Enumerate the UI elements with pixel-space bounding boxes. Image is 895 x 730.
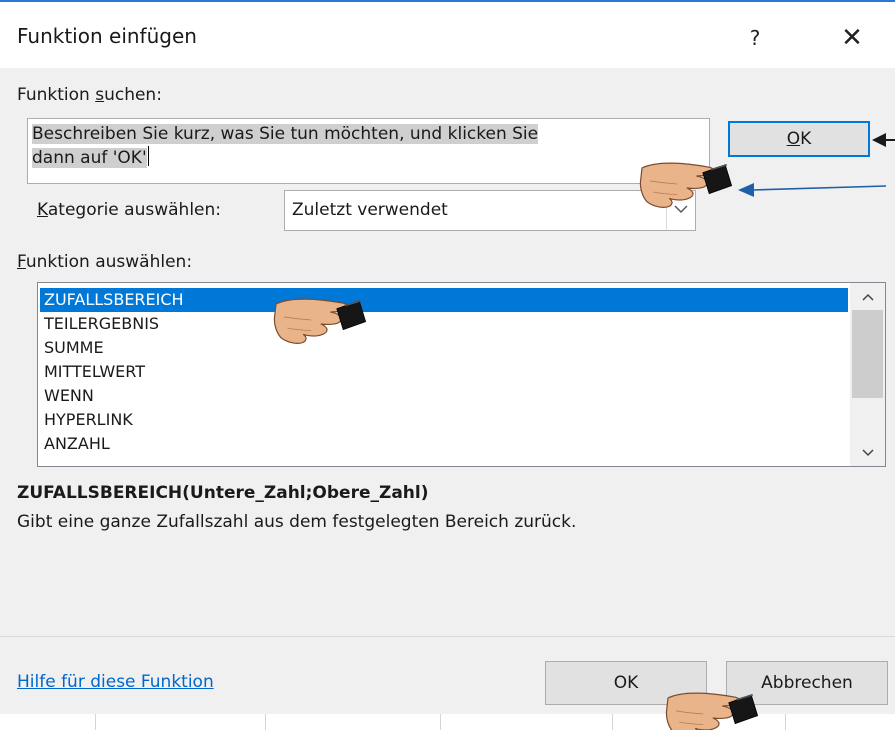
list-item-teilergebnis[interactable]: TEILERGEBNIS [40, 312, 848, 336]
sheet-grid-strip [0, 714, 895, 730]
scroll-up-icon[interactable] [850, 287, 885, 307]
search-label: Funktion suchen: [17, 85, 162, 105]
close-icon[interactable]: ✕ [830, 16, 874, 60]
grid-line [440, 714, 441, 730]
function-listbox[interactable]: ZUFALLSBEREICH TEILERGEBNIS SUMME MITTEL… [37, 282, 886, 467]
search-text-line1: Beschreiben Sie kurz, was Sie tun möchte… [32, 124, 539, 144]
title-bar: Funktion einfügen ? ✕ [0, 2, 895, 68]
cancel-button[interactable]: Abbrechen [726, 661, 888, 705]
scrollbar-thumb[interactable] [852, 310, 883, 398]
dialog-title: Funktion einfügen [17, 24, 197, 48]
search-ok-button[interactable]: OK [728, 121, 870, 157]
category-value: Zuletzt verwendet [292, 200, 448, 220]
grid-line [612, 714, 613, 730]
list-scrollbar[interactable] [850, 283, 885, 466]
chevron-down-icon[interactable] [666, 191, 695, 230]
grid-line [95, 714, 96, 730]
list-item-summe[interactable]: SUMME [40, 336, 848, 360]
search-text-line2: dann auf 'OK' [32, 148, 147, 168]
search-input[interactable]: Beschreiben Sie kurz, was Sie tun möchte… [27, 118, 710, 184]
footer-divider [0, 636, 895, 637]
text-cursor [147, 146, 149, 166]
list-item-wenn[interactable]: WENN [40, 384, 848, 408]
help-link[interactable]: Hilfe für diese Funktion [17, 672, 214, 692]
ok-button[interactable]: OK [545, 661, 707, 705]
help-icon[interactable]: ? [735, 18, 775, 58]
category-label: Kategorie auswählen: [37, 200, 221, 220]
list-item-anzahl[interactable]: ANZAHL [40, 432, 848, 456]
grid-line [785, 714, 786, 730]
category-select[interactable]: Zuletzt verwendet [284, 190, 696, 231]
grid-line [265, 714, 266, 730]
list-item-mittelwert[interactable]: MITTELWERT [40, 360, 848, 384]
scroll-down-icon[interactable] [850, 443, 885, 463]
function-description: Gibt eine ganze Zufallszahl aus dem fest… [17, 512, 577, 532]
list-item-hyperlink[interactable]: HYPERLINK [40, 408, 848, 432]
function-list-label: Funktion auswählen: [17, 252, 193, 272]
list-item-zufallsbereich[interactable]: ZUFALLSBEREICH [40, 288, 848, 312]
function-signature: ZUFALLSBEREICH(Untere_Zahl;Obere_Zahl) [17, 483, 429, 503]
